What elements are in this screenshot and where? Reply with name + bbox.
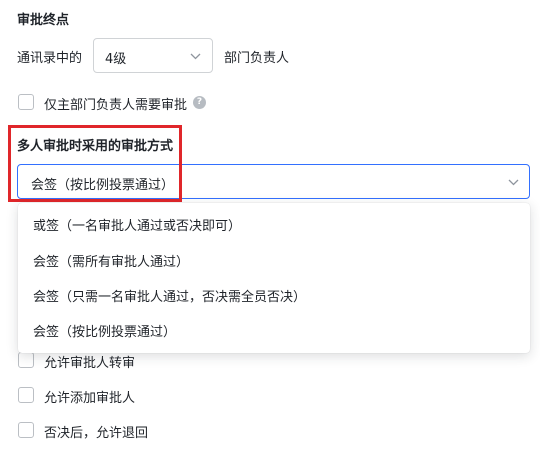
approval-method-select-value: 会签（按比例投票通过） (31, 178, 175, 193)
chevron-down-icon (190, 53, 201, 60)
allow-transfer-checkbox[interactable] (18, 352, 34, 368)
allow-transfer-label: 允许审批人转审 (44, 356, 136, 371)
main-dept-only-label: 仅主部门负责人需要审批 (44, 98, 188, 113)
level-select[interactable]: 4级 (93, 38, 213, 73)
allow-return-checkbox[interactable] (18, 422, 34, 438)
multi-approval-title: 多人审批时采用的审批方式 (17, 139, 174, 154)
question-circle-icon[interactable]: ? (193, 96, 206, 109)
approval-end-title: 审批终点 (17, 13, 70, 28)
approval-method-select[interactable]: 会签（按比例投票通过） (17, 164, 530, 199)
dropdown-option[interactable]: 或签（一名审批人通过或否决即可） (18, 206, 530, 240)
chevron-down-icon (508, 179, 519, 186)
approval-method-dropdown: 或签（一名审批人通过或否决即可） 会签（需所有审批人通过） 会签（只需一名审批人… (18, 203, 530, 353)
dropdown-option[interactable]: 会签（只需一名审批人通过，否决需全员否决） (18, 277, 530, 311)
level-select-value: 4级 (105, 52, 127, 67)
main-dept-only-checkbox[interactable] (18, 94, 34, 110)
allow-return-label: 否决后，允许退回 (44, 426, 149, 441)
contacts-prefix-label: 通讯录中的 (17, 51, 83, 66)
dropdown-option[interactable]: 会签（需所有审批人通过） (18, 242, 530, 276)
dropdown-option[interactable]: 会签（按比例投票通过） (18, 312, 530, 346)
dept-head-suffix-label: 部门负责人 (224, 51, 290, 66)
allow-add-approver-checkbox[interactable] (18, 387, 34, 403)
allow-add-approver-label: 允许添加审批人 (44, 391, 136, 406)
